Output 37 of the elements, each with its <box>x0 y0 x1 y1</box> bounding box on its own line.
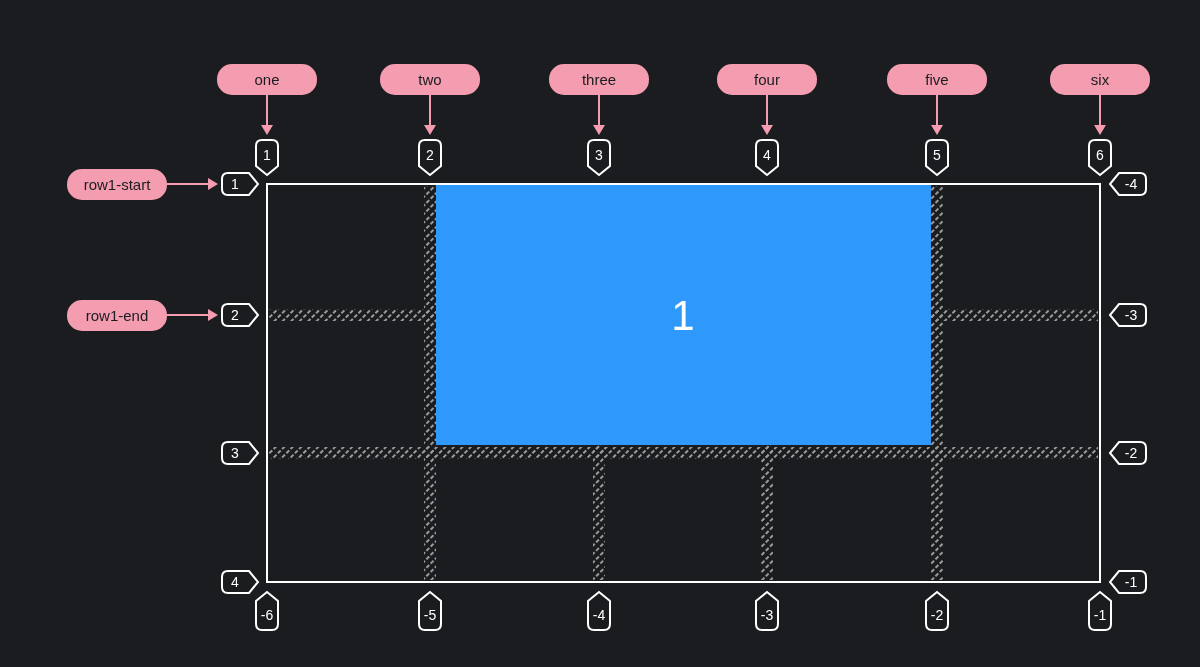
pointer-arrow <box>166 309 218 321</box>
pointer-arrow <box>593 94 605 135</box>
line-number-badge: 4 <box>221 570 259 594</box>
line-number-badge: 2 <box>221 303 259 327</box>
line-number-badge: -1 <box>1109 570 1147 594</box>
line-name-tag: six <box>1050 64 1150 95</box>
line-number-badge: -5 <box>418 591 442 631</box>
line-number-badge: 6 <box>1088 139 1112 176</box>
pointer-arrow <box>761 94 773 135</box>
pointer-arrow <box>166 178 218 190</box>
line-number-badge: 3 <box>587 139 611 176</box>
line-number-badge: -1 <box>1088 591 1112 631</box>
line-number-badge: 4 <box>755 139 779 176</box>
pointer-arrow <box>424 94 436 135</box>
line-number-badge: -3 <box>1109 303 1147 327</box>
line-name-tag: one <box>217 64 317 95</box>
pointer-arrow <box>261 94 273 135</box>
grid-item: 1 <box>436 184 931 445</box>
line-name-tag: row1-end <box>67 300 167 331</box>
line-number-badge: 3 <box>221 441 259 465</box>
line-number-badge: 5 <box>925 139 949 176</box>
line-number-badge: 2 <box>418 139 442 176</box>
line-number-badge: -6 <box>255 591 279 631</box>
line-number-badge: -2 <box>1109 441 1147 465</box>
line-name-tag: five <box>887 64 987 95</box>
line-number-badge: -4 <box>587 591 611 631</box>
pointer-arrow <box>1094 94 1106 135</box>
line-number-badge: 1 <box>255 139 279 176</box>
line-number-badge: -3 <box>755 591 779 631</box>
line-name-tag: three <box>549 64 649 95</box>
line-name-tag: two <box>380 64 480 95</box>
line-name-tag: row1-start <box>67 169 167 200</box>
line-name-tag: four <box>717 64 817 95</box>
line-number-badge: 1 <box>221 172 259 196</box>
pointer-arrow <box>931 94 943 135</box>
line-number-badge: -4 <box>1109 172 1147 196</box>
line-number-badge: -2 <box>925 591 949 631</box>
